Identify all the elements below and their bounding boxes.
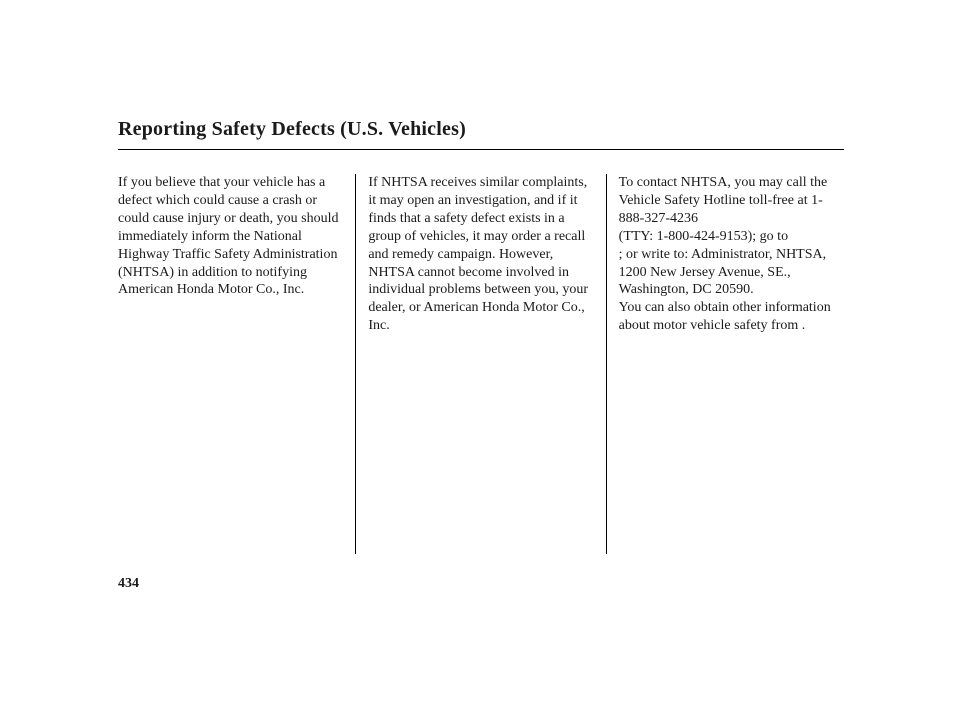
- page-number: 434: [118, 576, 844, 592]
- column-2-text: If NHTSA receives similar com­plaints, i…: [368, 174, 593, 335]
- section-title: Reporting Safety Defects (U.S. Vehicles): [118, 118, 844, 141]
- column-1: If you believe that your vehicle has a d…: [118, 174, 356, 554]
- document-page: Reporting Safety Defects (U.S. Vehicles)…: [0, 0, 954, 592]
- title-rule: [118, 149, 844, 150]
- column-container: If you believe that your vehicle has a d…: [118, 174, 844, 554]
- column-2: If NHTSA receives similar com­plaints, i…: [356, 174, 606, 554]
- column-1-text: If you believe that your vehicle has a d…: [118, 174, 343, 299]
- column-3: To contact NHTSA, you may call the Vehic…: [607, 174, 844, 554]
- column-3-text: To contact NHTSA, you may call the Vehic…: [619, 174, 844, 335]
